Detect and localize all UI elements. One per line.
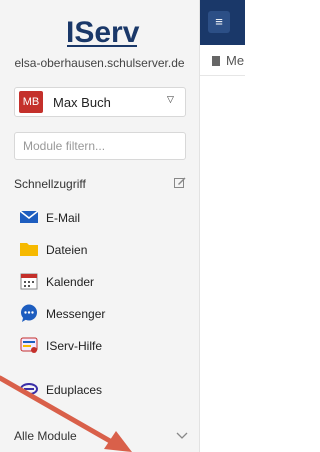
- chevron-down-icon[interactable]: [176, 428, 188, 439]
- edit-icon[interactable]: [174, 175, 186, 188]
- top-bar: ≡: [200, 0, 245, 45]
- quick-item-label: E-Mail: [46, 211, 81, 225]
- avatar: MB: [19, 91, 43, 113]
- quick-access-title: Schnellzugriff: [14, 177, 86, 191]
- quick-item-label: Eduplaces: [46, 383, 103, 397]
- breadcrumb: Me: [212, 53, 244, 68]
- main-area: ≡ Me: [200, 0, 245, 452]
- domain-label: elsa-oberhausen.schulserver.de: [14, 56, 185, 70]
- sidebar: IServ elsa-oberhausen.schulserver.de MB …: [0, 0, 200, 452]
- help-icon: [20, 336, 38, 354]
- folder-icon: [20, 240, 38, 258]
- caret-down-icon: ▽: [167, 94, 174, 104]
- quick-item-label: Dateien: [46, 243, 88, 257]
- chat-icon: [20, 304, 38, 322]
- user-name: Max Buch: [53, 95, 111, 110]
- quick-item-label: Messenger: [46, 307, 106, 321]
- svg-text:IServ: IServ: [66, 16, 140, 48]
- user-menu[interactable]: MB Max Buch ▽: [14, 87, 186, 117]
- module-filter-input[interactable]: Module filtern...: [14, 132, 186, 160]
- quick-item-label: IServ-Hilfe: [46, 339, 103, 353]
- calendar-icon: [20, 272, 38, 290]
- quick-item-label: Kalender: [46, 275, 95, 289]
- mail-icon: [19, 208, 39, 226]
- eduplaces-icon: [20, 380, 38, 398]
- iserv-logo[interactable]: IServ: [64, 16, 140, 49]
- menu-toggle-button[interactable]: ≡: [208, 11, 230, 33]
- breadcrumb-label: Me: [226, 53, 245, 68]
- all-modules-label[interactable]: Alle Module: [14, 429, 77, 443]
- book-icon: [212, 56, 220, 66]
